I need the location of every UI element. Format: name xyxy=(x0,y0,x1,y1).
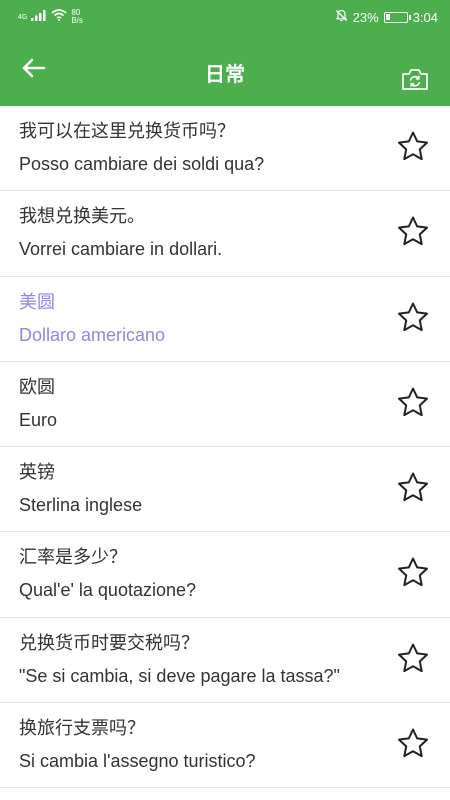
list-item[interactable]: 汇率是多少？ Qual'e' la quotazione? xyxy=(0,532,450,618)
phrase-chinese: 英镑 xyxy=(19,462,55,484)
phrase-italian: Sterlina inglese xyxy=(19,495,143,516)
star-icon xyxy=(397,471,429,507)
phrase-text: 兑换货币时要交税吗？ "Se si cambia, si deve pagare… xyxy=(19,631,370,689)
favorite-button[interactable] xyxy=(396,131,430,165)
mute-icon xyxy=(335,9,348,25)
network-speed: 80 B/s xyxy=(71,9,83,25)
phrase-chinese: 兑换货币时要交税吗？ xyxy=(19,632,199,654)
favorite-button[interactable] xyxy=(396,728,430,762)
list-item[interactable]: 兑换货币时要交税吗？ "Se si cambia, si deve pagare… xyxy=(0,618,450,704)
star-icon xyxy=(397,386,429,422)
list-item[interactable]: 我想兑换美元。 Vorrei cambiare in dollari. xyxy=(0,191,450,277)
network-type-label: 4G xyxy=(18,13,28,21)
switch-camera-icon xyxy=(401,67,429,95)
phrase-text: 英镑 Sterlina inglese xyxy=(19,460,370,518)
phrase-text: 换旅行支票吗？ Si cambia l'assegno turistico? xyxy=(19,716,370,774)
phrase-chinese: 我可以在这里兑换货币吗？ xyxy=(19,121,235,142)
phrase-italian: Vorrei cambiare in dollari. xyxy=(19,239,223,260)
star-icon xyxy=(397,642,429,678)
phrase-italian: Euro xyxy=(19,409,58,430)
list-item[interactable]: 欧圆 Euro xyxy=(0,362,450,448)
favorite-button[interactable] xyxy=(396,557,430,591)
list-item[interactable]: 英镑 Sterlina inglese xyxy=(0,447,450,533)
battery-fill xyxy=(385,13,390,20)
battery-icon xyxy=(383,11,411,23)
star-icon xyxy=(397,301,429,337)
network-speed-unit: B/s xyxy=(71,16,83,25)
wifi-icon xyxy=(51,8,67,26)
phrase-italian: Dollaro americano xyxy=(19,324,166,345)
phrase-italian: Si cambia l'assegno turistico? xyxy=(19,751,256,772)
phrase-text: 我想兑换美元。 Vorrei cambiare in dollari. xyxy=(19,204,370,262)
phrase-chinese: 美圆 xyxy=(19,291,55,313)
phrase-italian: Qual'e' la quotazione? xyxy=(19,580,197,601)
status-left: 4G 80 B/s xyxy=(18,8,83,26)
app-bar: 日常 xyxy=(0,36,450,106)
star-icon xyxy=(397,215,429,251)
clock: 3:04 xyxy=(412,9,438,25)
favorite-button[interactable] xyxy=(396,302,430,336)
phrase-text: 美圆 Dollaro americano xyxy=(19,290,370,348)
phrase-text: 欧圆 Euro xyxy=(19,375,370,433)
star-icon xyxy=(397,130,429,166)
phrase-italian: Posso cambiare dei soldi qua? xyxy=(19,154,265,174)
favorite-button[interactable] xyxy=(396,387,430,421)
list-item[interactable]: 美圆 Dollaro americano xyxy=(0,277,450,362)
star-icon xyxy=(397,556,429,592)
phrase-text: 汇率是多少？ Qual'e' la quotazione? xyxy=(19,545,370,603)
list-item[interactable]: 换旅行支票吗？ Si cambia l'assegno turistico? xyxy=(0,703,450,789)
favorite-button[interactable] xyxy=(396,216,430,250)
phrase-chinese: 换旅行支票吗？ xyxy=(19,718,145,740)
favorite-button[interactable] xyxy=(396,472,430,506)
status-bar: 4G 80 B/s 23% 3:04 xyxy=(0,0,450,36)
star-icon xyxy=(397,727,429,763)
battery-percent: 23% xyxy=(352,9,379,25)
phrase-list: 我可以在这里兑换货币吗？ Posso cambiare dei soldi qu… xyxy=(0,106,450,789)
phrase-chinese: 欧圆 xyxy=(19,376,55,398)
list-item[interactable]: 我可以在这里兑换货币吗？ Posso cambiare dei soldi qu… xyxy=(0,106,450,192)
phrase-chinese: 我想兑换美元。 xyxy=(19,206,145,228)
signal-icon xyxy=(31,8,47,26)
favorite-button[interactable] xyxy=(396,643,430,677)
page-title: 日常 xyxy=(205,62,245,86)
switch-camera-button[interactable] xyxy=(400,66,430,96)
phrase-italian: "Se si cambia, si deve pagare la tassa?" xyxy=(19,665,340,686)
status-right: 23% 3:04 xyxy=(335,9,438,25)
phrase-text: 我可以在这里兑换货币吗？ Posso cambiare dei soldi qu… xyxy=(19,119,370,177)
phrase-chinese: 汇率是多少？ xyxy=(19,547,127,569)
